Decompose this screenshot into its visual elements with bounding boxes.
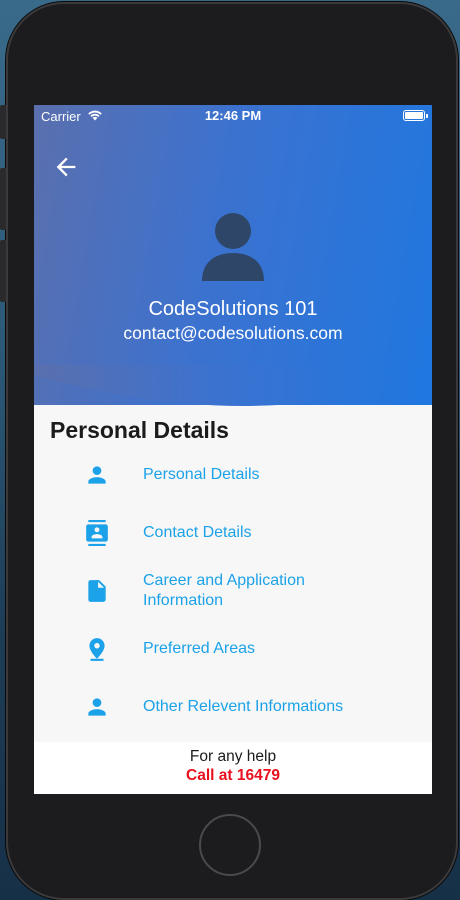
- menu-item-preferred-areas[interactable]: Preferred Areas: [34, 624, 432, 674]
- mute-switch: [0, 105, 6, 139]
- menu-item-label: Other Relevent Informations: [143, 698, 344, 715]
- avatar-icon: [202, 213, 264, 281]
- profile-email: contact@codesolutions.com: [123, 323, 343, 343]
- volume-up-button: [0, 168, 6, 230]
- person-icon: [88, 466, 106, 484]
- clock: 12:46 PM: [204, 108, 262, 123]
- menu-item-label: Preferred Areas: [143, 640, 256, 657]
- menu-item-other-information[interactable]: Other Relevent Informations: [34, 682, 432, 732]
- status-bar: Carrier 12:46 PM: [34, 105, 432, 127]
- profile-header: Carrier 12:46 PM CodeSolutions 101 conta…: [34, 105, 432, 405]
- battery-icon: [403, 110, 428, 121]
- section-title: Personal Details: [50, 417, 229, 443]
- app-screen: Carrier 12:46 PM CodeSolutions 101 conta…: [34, 105, 432, 794]
- help-footer: For any help Call at 16479: [34, 742, 432, 794]
- menu-item-label: Career and Application Information: [143, 572, 305, 609]
- person-icon: [88, 698, 106, 716]
- menu-item-career-information[interactable]: Career and Application Information: [34, 566, 432, 616]
- header-curve: [34, 365, 432, 406]
- home-button[interactable]: [199, 814, 261, 876]
- menu-item-label: Contact Details: [143, 524, 252, 541]
- help-text: For any help: [189, 748, 277, 765]
- menu-item-contact-details[interactable]: Contact Details: [34, 508, 432, 558]
- call-link[interactable]: Call at 16479: [34, 767, 432, 785]
- profile-name: CodeSolutions 101: [148, 298, 318, 320]
- document-icon: [88, 580, 106, 602]
- menu-item-label: Personal Details: [143, 466, 260, 483]
- menu-item-personal-details[interactable]: Personal Details: [34, 450, 432, 500]
- location-pin-icon: [89, 638, 105, 661]
- back-arrow-icon[interactable]: [52, 153, 80, 181]
- contact-card-icon: [86, 520, 108, 546]
- volume-down-button: [0, 240, 6, 302]
